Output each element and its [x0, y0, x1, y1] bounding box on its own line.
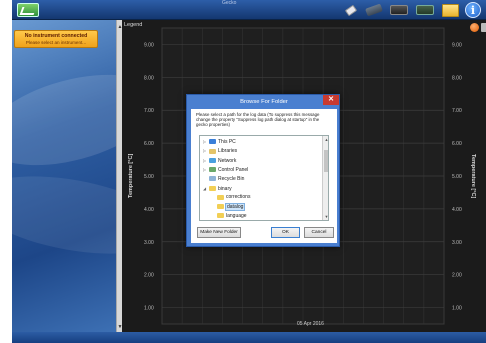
y-tick-label-left: 3.00	[144, 240, 154, 246]
y-tick-label-right: 2.00	[452, 273, 462, 279]
tree-item[interactable]: datalog	[200, 202, 322, 212]
tree-item-label: corrections	[226, 194, 251, 201]
y-tick-label-right: 4.00	[452, 207, 462, 213]
app-logo-icon	[17, 3, 39, 17]
tree-item[interactable]: language	[200, 212, 322, 220]
top-toolbar: Gecko i	[12, 0, 486, 20]
net-icon	[209, 157, 216, 163]
cancel-button[interactable]: Cancel	[304, 227, 334, 238]
instrument-status-text: No instrument connected	[24, 33, 88, 39]
y-axis-label-right: Temperature [°C]	[470, 154, 476, 198]
make-new-folder-button[interactable]: Make New Folder	[197, 227, 241, 238]
instrument-panel: No instrument connected Please select an…	[12, 20, 116, 332]
y-tick-label-left: 4.00	[144, 207, 154, 213]
y-tick-label-left: 1.00	[144, 306, 154, 312]
tree-scrollbar[interactable]: ▲ ▼	[322, 136, 328, 220]
instrument-status-button[interactable]: No instrument connected Please select an…	[14, 30, 98, 48]
y-tick-label-right: 7.00	[452, 108, 462, 114]
y-tick-label-right: 9.00	[452, 42, 462, 48]
tree-item[interactable]: corrections	[200, 193, 322, 202]
y-tick-label-right: 6.00	[452, 141, 462, 147]
dialog-body: Please select a path for the log data (T…	[191, 109, 337, 243]
status-bar	[12, 332, 486, 343]
y-tick-label-right: 3.00	[452, 240, 462, 246]
y-tick-label-left: 5.00	[144, 174, 154, 180]
tree-scroll-up-icon[interactable]: ▲	[323, 137, 328, 142]
tree-scroll-thumb[interactable]	[324, 150, 328, 172]
instrument-settings-icon[interactable]	[414, 2, 436, 18]
window-title: Gecko	[222, 0, 237, 6]
y-tick-label-left: 8.00	[144, 75, 154, 81]
tree-item-label: datalog	[224, 202, 246, 211]
folder-icon[interactable]	[440, 2, 460, 18]
info-icon[interactable]: i	[464, 2, 482, 18]
y-tick-label-right: 8.00	[452, 75, 462, 81]
close-button[interactable]: ✕	[323, 95, 339, 105]
ok-button[interactable]: OK	[271, 227, 300, 238]
y-tick-label-right: 5.00	[452, 174, 462, 180]
bin-icon	[209, 175, 216, 181]
y-tick-label-left: 2.00	[144, 273, 154, 279]
tree-scroll-down-icon[interactable]: ▼	[323, 214, 328, 219]
tree-item[interactable]: Recycle Bin	[200, 175, 322, 184]
trash-icon[interactable]	[481, 23, 486, 32]
tree-item[interactable]: ▷ Network	[200, 156, 322, 165]
folder-tree[interactable]: ▷ This PC ▷ Libraries ▷ Network ▷ Control Panel…	[199, 135, 329, 221]
folder-icon	[217, 203, 224, 209]
dialog-message: Please select a path for the log data (T…	[196, 112, 320, 128]
folder-icon	[209, 186, 216, 192]
browse-folder-dialog: Browse For Folder ✕ Please select a path…	[186, 94, 340, 247]
tree-item[interactable]: ◢ binary	[200, 184, 322, 193]
y-tick-label-left: 9.00	[144, 42, 154, 48]
y-tick-label-right: 1.00	[452, 306, 462, 312]
tree-item-label: Network	[218, 157, 237, 164]
pc-icon	[209, 139, 216, 145]
tree-item[interactable]: ▷ Control Panel	[200, 165, 322, 174]
tree-item-label: binary	[218, 186, 232, 192]
y-tick-label-left: 7.00	[144, 108, 154, 114]
app-window: Gecko i No instrument connected Please s…	[12, 0, 486, 343]
y-axis-label-left: Temperature [°C]	[128, 154, 134, 198]
tree-item[interactable]: ▷ This PC	[200, 137, 322, 146]
connect-icon[interactable]	[364, 2, 384, 18]
instrument-icon[interactable]	[388, 2, 410, 18]
tree-item-label: This PC	[218, 139, 236, 145]
tree-item-label: language	[226, 213, 247, 220]
dialog-title: Browse For Folder	[240, 99, 288, 105]
folder-icon	[217, 194, 224, 200]
record-icon[interactable]	[470, 23, 479, 32]
tree-item-label: Libraries	[218, 148, 238, 155]
instrument-hint-text: Please select an instrument...	[25, 40, 87, 45]
tree-item[interactable]: ▷ Libraries	[200, 146, 322, 155]
tree-item-label: Control Panel	[218, 167, 249, 174]
lib-icon	[209, 148, 216, 154]
cp-icon	[209, 167, 216, 173]
folder-icon	[217, 213, 224, 219]
y-tick-label-left: 6.00	[144, 141, 154, 147]
tree-item-label: Recycle Bin	[218, 175, 245, 182]
legend-label[interactable]: Legend	[124, 22, 142, 28]
eraser-icon[interactable]	[344, 2, 358, 18]
x-date-label: 05 Apr 2016	[297, 321, 324, 327]
